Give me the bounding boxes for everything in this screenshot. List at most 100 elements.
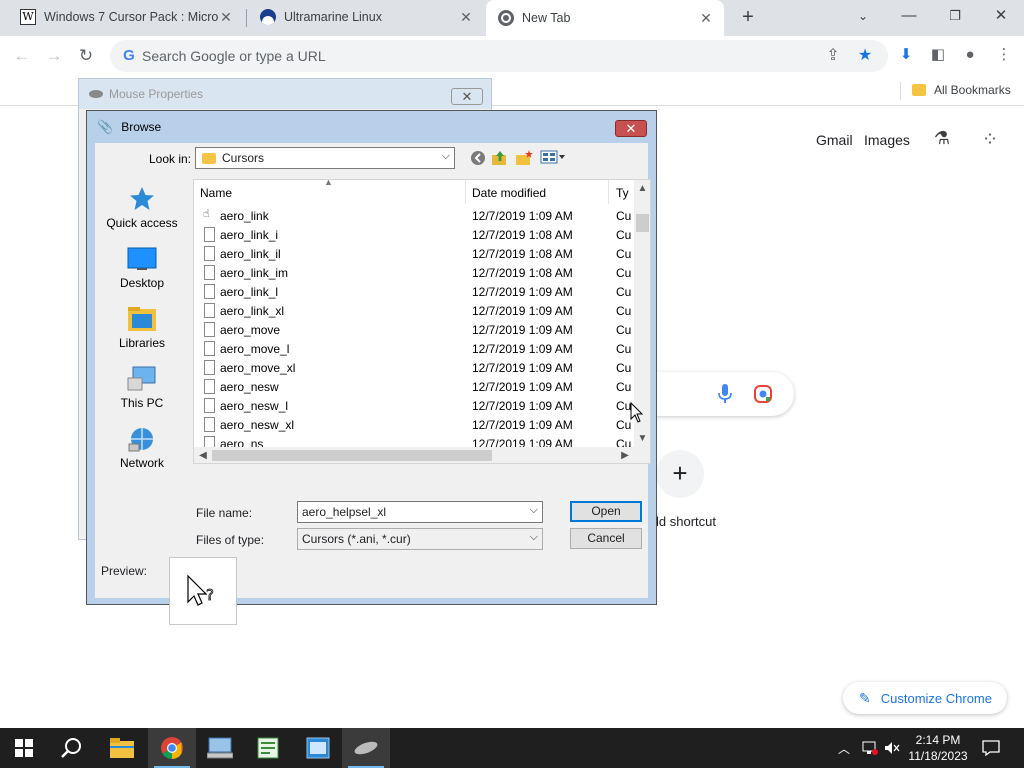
file-row[interactable]: aero_link_l 12/7/2019 1:09 AM Cu	[194, 283, 634, 302]
back-folder-icon[interactable]	[469, 150, 487, 168]
show-hidden-icons-button[interactable]: ︿	[838, 728, 850, 768]
scroll-right-icon[interactable]: ▶	[618, 447, 632, 463]
file-row[interactable]: aero_move_l 12/7/2019 1:09 AM Cu	[194, 340, 634, 359]
tab-ultramarine[interactable]: Ultramarine Linux ✕	[248, 0, 484, 34]
network-tray-icon[interactable]	[862, 728, 878, 768]
control-panel-taskbar-button[interactable]	[196, 728, 244, 768]
column-separator[interactable]	[608, 180, 609, 204]
file-name-input[interactable]: aero_helpsel_xl ⌵	[297, 501, 543, 523]
scroll-left-icon[interactable]: ◀	[196, 447, 210, 463]
profile-avatar-icon[interactable]: ●	[958, 43, 982, 67]
column-header-name[interactable]: Name	[194, 180, 464, 204]
settings-taskbar-button[interactable]	[294, 728, 342, 768]
file-row[interactable]: aero_link_im 12/7/2019 1:08 AM Cu	[194, 264, 634, 283]
scroll-down-icon[interactable]: ▼	[634, 430, 650, 447]
place-libraries[interactable]: Libraries	[95, 305, 189, 350]
apps-grid-icon[interactable]: ⁘	[978, 128, 1002, 152]
chrome-taskbar-button[interactable]	[148, 728, 196, 768]
computer-icon	[127, 365, 157, 393]
new-tab-button[interactable]: +	[736, 5, 760, 29]
file-row[interactable]: aero_nesw_l 12/7/2019 1:09 AM Cu	[194, 397, 634, 416]
place-quick-access[interactable]: Quick access	[95, 185, 189, 230]
browse-titlebar[interactable]: 📎 Browse	[87, 111, 656, 143]
column-header-date[interactable]: Date modified	[466, 180, 608, 204]
chevron-down-icon[interactable]: ⌵	[530, 504, 538, 517]
mouse-properties-titlebar[interactable]: Mouse Properties	[79, 79, 491, 109]
start-button[interactable]	[0, 728, 48, 768]
taskbar-clock[interactable]: 2:14 PM 11/18/2023	[898, 732, 978, 764]
voice-search-icon[interactable]	[718, 384, 732, 404]
mouse-icon	[89, 90, 103, 98]
chevron-down-icon: ⌵	[529, 531, 538, 543]
file-row[interactable]: aero_move 12/7/2019 1:09 AM Cu	[194, 321, 634, 340]
folder-icon	[110, 738, 134, 758]
google-icon: G	[123, 47, 135, 64]
open-button[interactable]: Open	[570, 501, 642, 522]
tab-search-icon[interactable]: ⌄	[840, 0, 886, 34]
images-link[interactable]: Images	[864, 132, 910, 148]
reload-button[interactable]: ↻	[72, 42, 100, 70]
file-row[interactable]: aero_link_i 12/7/2019 1:08 AM Cu	[194, 226, 634, 245]
customize-chrome-button[interactable]: ✎ Customize Chrome	[843, 682, 1007, 714]
search-button[interactable]	[48, 728, 96, 768]
browse-close-button[interactable]: ✕	[615, 120, 647, 137]
add-shortcut-button[interactable]: +	[656, 450, 704, 498]
lens-search-icon[interactable]	[754, 385, 772, 403]
notepad-taskbar-button[interactable]	[244, 728, 292, 768]
file-row[interactable]: aero_move_xl 12/7/2019 1:09 AM Cu	[194, 359, 634, 378]
close-tab-icon[interactable]: ✕	[698, 10, 714, 27]
mouse-properties-taskbar-button[interactable]	[342, 728, 390, 768]
file-date: 12/7/2019 1:09 AM	[472, 209, 573, 223]
close-tab-icon[interactable]: ✕	[218, 9, 234, 26]
wikipedia-icon: W	[20, 9, 36, 25]
close-tab-icon[interactable]: ✕	[458, 9, 474, 26]
side-panel-icon[interactable]: ◧	[926, 43, 950, 67]
mouse-properties-close-button[interactable]: ✕	[451, 88, 483, 105]
restore-button[interactable]: ❐	[932, 0, 978, 34]
place-network[interactable]: Network	[95, 425, 189, 470]
labs-flask-icon[interactable]: ⚗	[930, 128, 954, 152]
omnibox[interactable]: G Search Google or type a URL ⇪ ★	[110, 40, 888, 72]
file-explorer-taskbar-button[interactable]	[98, 728, 146, 768]
up-folder-icon[interactable]	[491, 150, 509, 168]
ntp-search-box[interactable]	[640, 372, 794, 416]
horizontal-scroll-thumb[interactable]	[212, 450, 492, 461]
place-desktop[interactable]: Desktop	[95, 245, 189, 290]
scroll-up-icon[interactable]: ▲	[634, 180, 650, 197]
file-row[interactable]: aero_nesw 12/7/2019 1:09 AM Cu	[194, 378, 634, 397]
share-icon[interactable]: ⇪	[822, 46, 844, 68]
bookmarks-separator	[900, 82, 901, 100]
file-row[interactable]: aero_link_xl 12/7/2019 1:09 AM Cu	[194, 302, 634, 321]
download-icon[interactable]: ⬇	[894, 43, 918, 67]
file-row[interactable]: aero_nesw_xl 12/7/2019 1:09 AM Cu	[194, 416, 634, 435]
taskbar: ︿ 2:14 PM 11/18/2023	[0, 728, 1024, 768]
tab-cursor-pack[interactable]: W Windows 7 Cursor Pack : Micros ✕	[8, 0, 244, 34]
column-header-type[interactable]: Ty	[610, 180, 634, 204]
view-menu-icon[interactable]	[539, 150, 567, 168]
new-folder-icon[interactable]	[515, 150, 533, 168]
bookmark-star-icon[interactable]: ★	[854, 46, 876, 68]
place-label: Network	[119, 456, 164, 470]
cancel-button[interactable]: Cancel	[570, 528, 642, 549]
files-of-type-select[interactable]: Cursors (*.ani, *.cur) ⌵	[297, 528, 543, 550]
action-center-button[interactable]	[982, 728, 1000, 768]
look-in-dropdown[interactable]: Cursors ⌵	[195, 147, 455, 169]
file-name: aero_link_i	[220, 228, 279, 242]
minimize-button[interactable]: —	[886, 0, 932, 34]
file-row[interactable]: ☝ aero_link 12/7/2019 1:09 AM Cu	[194, 207, 634, 226]
forward-button[interactable]: →	[40, 42, 68, 70]
place-this-pc[interactable]: This PC	[95, 365, 189, 410]
file-name: aero_link_il	[220, 247, 281, 261]
file-row[interactable]: aero_link_il 12/7/2019 1:08 AM Cu	[194, 245, 634, 264]
vertical-scroll-thumb[interactable]	[636, 214, 649, 232]
back-button[interactable]: ←	[8, 42, 36, 70]
browse-dialog: 📎 Browse ✕ Look in: Cursors ⌵ Quick acce…	[86, 110, 657, 625]
file-list[interactable]: ▲ Name Date modified Ty ☝ aero_link 12/7…	[193, 179, 651, 464]
all-bookmarks-button[interactable]: All Bookmarks	[912, 83, 1011, 97]
gmail-link[interactable]: Gmail	[816, 132, 853, 148]
all-bookmarks-label: All Bookmarks	[934, 83, 1011, 97]
tab-new-tab[interactable]: New Tab ✕	[486, 0, 724, 36]
horizontal-scrollbar[interactable]: ◀ ▶	[194, 447, 634, 463]
close-window-button[interactable]: ✕	[978, 0, 1024, 34]
menu-kebab-icon[interactable]: ⋮	[992, 43, 1016, 67]
